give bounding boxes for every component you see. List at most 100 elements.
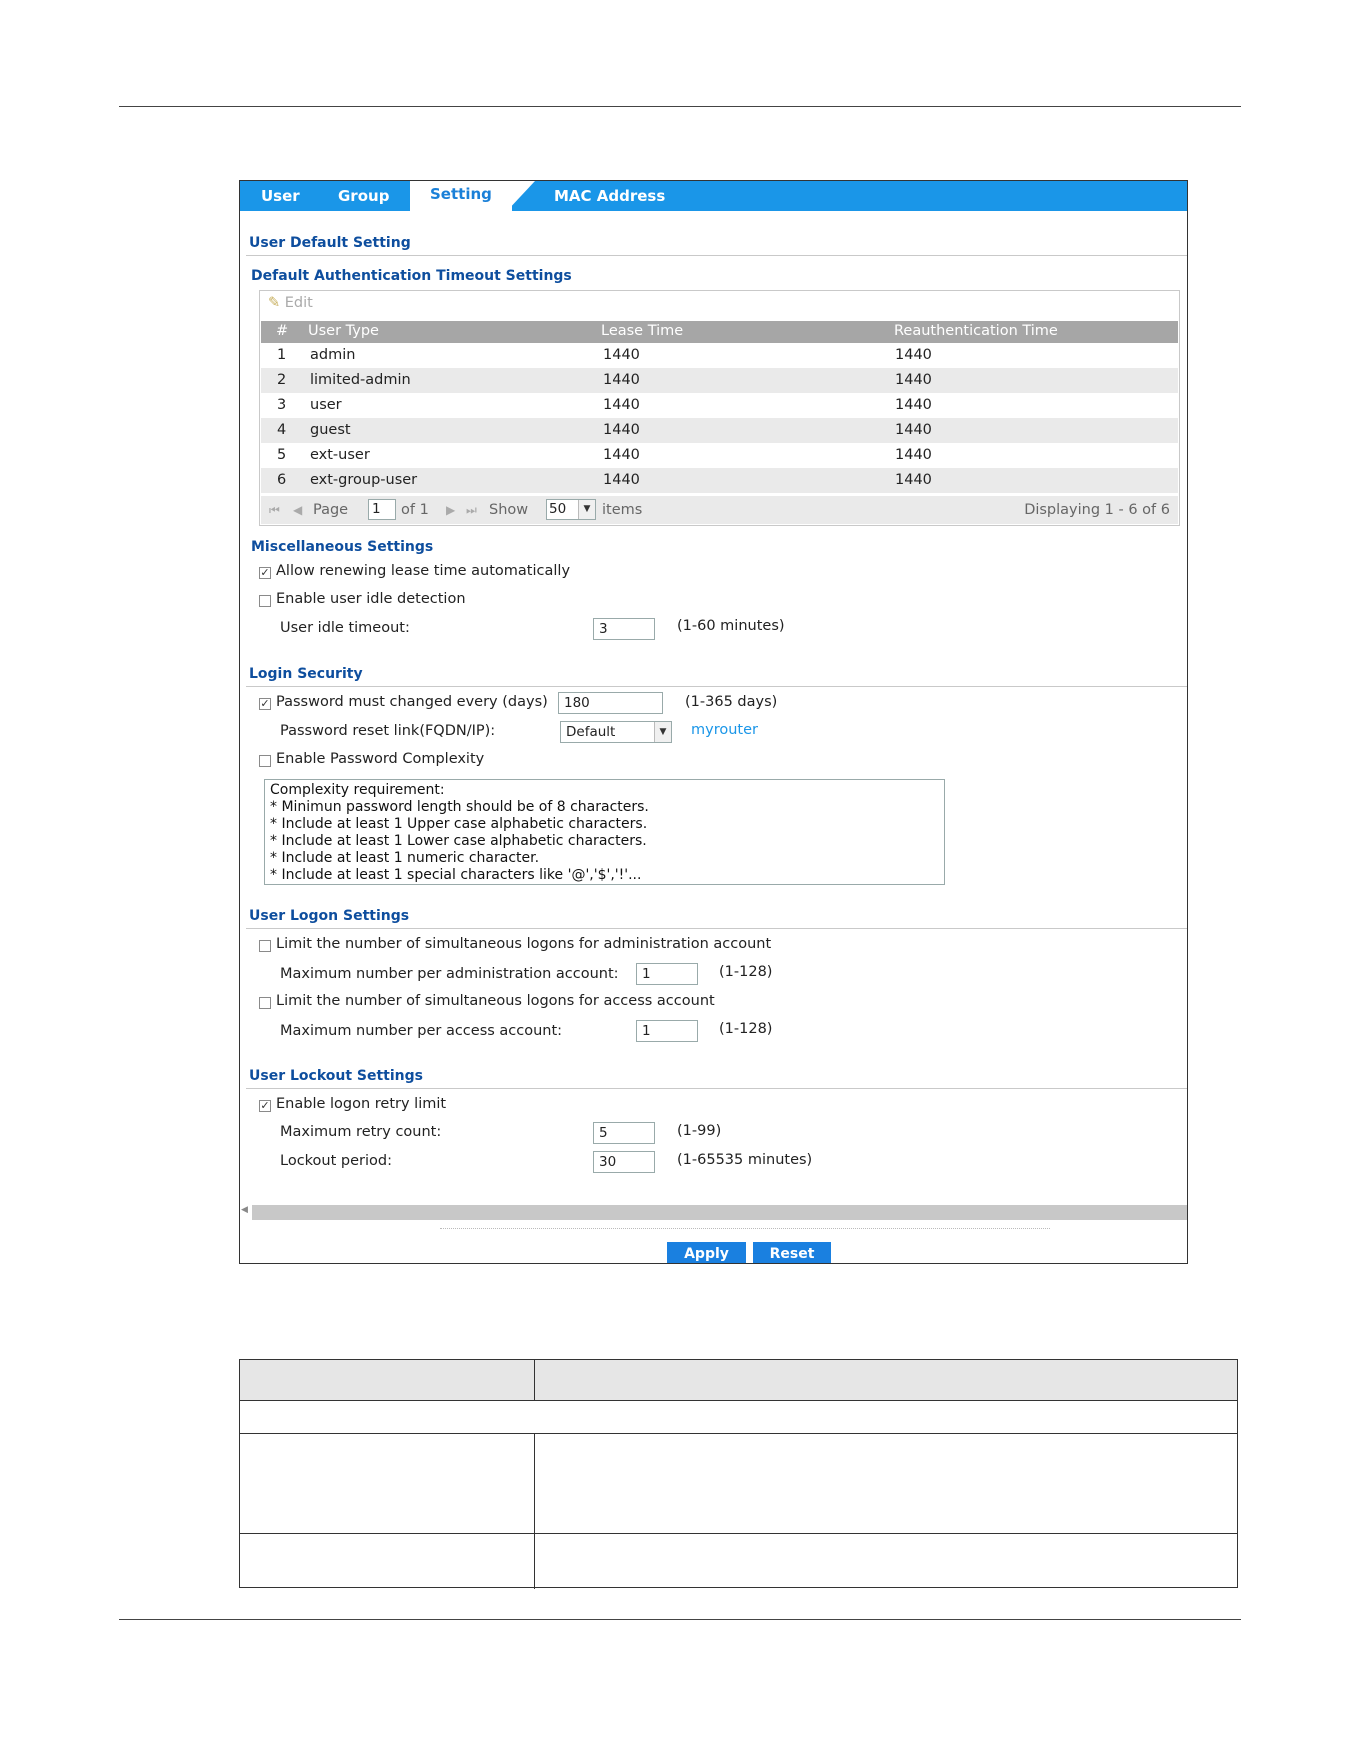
horizontal-scrollbar[interactable] <box>252 1205 1187 1220</box>
admin-max-label: Maximum number per administration accoun… <box>280 966 619 982</box>
lockout-period-range: (1-65535 minutes) <box>677 1152 813 1168</box>
prev-page-icon[interactable]: ◀ <box>293 503 302 517</box>
row-user-type: user <box>310 397 342 413</box>
edit-icon: ✎ <box>268 295 281 311</box>
divider <box>246 686 1187 687</box>
tab-mac-address[interactable]: MAC Address <box>554 181 665 211</box>
table-row[interactable]: 6 ext-group-user 1440 1440 <box>261 468 1178 493</box>
row-number: 4 <box>277 422 287 438</box>
complexity-line: * Include at least 1 numeric character. <box>270 850 540 866</box>
reset-link-label: Password reset link(FQDN/IP): <box>280 723 496 739</box>
idle-timeout-label: User idle timeout: <box>280 620 410 636</box>
divider <box>246 928 1187 929</box>
page-size-select[interactable]: 50 ▼ <box>546 499 596 520</box>
row-reauth-time: 1440 <box>895 422 932 438</box>
table-row[interactable]: 3 user 1440 1440 <box>261 393 1178 418</box>
admin-limit-label: Limit the number of simultaneous logons … <box>276 936 772 952</box>
row-reauth-time: 1440 <box>895 397 932 413</box>
admin-limit-checkbox[interactable] <box>259 940 271 952</box>
reset-link-value: Default <box>566 724 616 740</box>
idle-detect-checkbox[interactable] <box>259 595 271 607</box>
row-reauth-time: 1440 <box>895 447 932 463</box>
complexity-line: * Include at least 1 Lower case alphabet… <box>270 833 647 849</box>
retry-count-input[interactable]: 5 <box>593 1122 655 1144</box>
tab-bar: User Group Setting MAC Address <box>240 181 1187 211</box>
scroll-left-icon[interactable]: ◀ <box>241 1205 248 1215</box>
reference-table-column-divider <box>534 1360 535 1400</box>
pw-change-input[interactable]: 180 <box>558 692 663 714</box>
retry-count-label: Maximum retry count: <box>280 1124 442 1140</box>
lockout-period-input[interactable]: 30 <box>593 1151 655 1173</box>
row-number: 3 <box>277 397 287 413</box>
retry-count-range: (1-99) <box>677 1123 722 1139</box>
tab-setting[interactable]: Setting <box>410 181 512 211</box>
col-number: # <box>276 323 289 339</box>
row-lease-time: 1440 <box>603 472 640 488</box>
table-header: # User Type Lease Time Reauthentication … <box>261 321 1178 343</box>
complexity-line: * Include at least 1 special characters … <box>270 867 642 883</box>
reset-link-select[interactable]: Default ▼ <box>560 721 672 743</box>
edit-button[interactable]: ✎ Edit <box>268 295 313 311</box>
apply-button[interactable]: Apply <box>667 1242 746 1263</box>
displaying-label: Displaying 1 - 6 of 6 <box>1024 502 1170 518</box>
admin-max-input[interactable]: 1 <box>636 963 698 985</box>
complexity-line: * Include at least 1 Upper case alphabet… <box>270 816 648 832</box>
allow-renew-label: Allow renewing lease time automatically <box>276 563 571 579</box>
complexity-line: * Minimun password length should be of 8… <box>270 799 649 815</box>
retry-limit-checkbox[interactable]: ✓ <box>259 1100 271 1112</box>
row-number: 5 <box>277 447 287 463</box>
timeout-settings-title: Default Authentication Timeout Settings <box>251 268 572 284</box>
reference-table-row-divider <box>240 1533 1237 1534</box>
row-user-type: ext-user <box>310 447 370 463</box>
tab-user[interactable]: User <box>261 181 300 211</box>
next-page-icon[interactable]: ▶ <box>446 503 455 517</box>
table-row[interactable]: 2 limited-admin 1440 1440 <box>261 368 1178 393</box>
reset-link-host[interactable]: myrouter <box>691 722 758 738</box>
access-limit-label: Limit the number of simultaneous logons … <box>276 993 715 1009</box>
row-user-type: ext-group-user <box>310 472 418 488</box>
tab-group[interactable]: Group <box>338 181 389 211</box>
bottom-rule <box>119 1619 1241 1620</box>
page-of-label: of 1 <box>401 502 429 518</box>
reset-button[interactable]: Reset <box>753 1242 831 1263</box>
col-reauth-time: Reauthentication Time <box>894 323 1058 339</box>
pw-change-label: Password must changed every (days) <box>276 694 548 710</box>
row-lease-time: 1440 <box>603 372 640 388</box>
user-lockout-title: User Lockout Settings <box>249 1068 423 1084</box>
pagination-bar: ⏮ ◀ Page 1 of 1 ▶ ⏭ Show 50 ▼ items Disp… <box>261 496 1178 524</box>
table-row[interactable]: 5 ext-user 1440 1440 <box>261 443 1178 468</box>
login-security-title: Login Security <box>249 666 363 682</box>
row-lease-time: 1440 <box>603 397 640 413</box>
complexity-checkbox[interactable] <box>259 755 271 767</box>
col-user-type: User Type <box>308 323 379 339</box>
access-max-range: (1-128) <box>719 1021 773 1037</box>
misc-settings-title: Miscellaneous Settings <box>251 539 434 555</box>
row-number: 1 <box>277 347 287 363</box>
table-row[interactable]: 4 guest 1440 1440 <box>261 418 1178 443</box>
idle-timeout-input[interactable]: 3 <box>593 618 655 640</box>
top-rule <box>119 106 1241 107</box>
row-user-type: admin <box>310 347 356 363</box>
divider <box>246 255 1187 256</box>
reference-table-header <box>240 1360 1237 1401</box>
idle-timeout-range: (1-60 minutes) <box>677 618 785 634</box>
row-reauth-time: 1440 <box>895 472 932 488</box>
settings-panel: User Group Setting MAC Address User Defa… <box>239 180 1188 1264</box>
row-number: 6 <box>277 472 287 488</box>
pw-change-checkbox[interactable]: ✓ <box>259 698 271 710</box>
button-divider <box>440 1228 1050 1229</box>
page-input[interactable]: 1 <box>368 499 396 520</box>
table-row[interactable]: 1 admin 1440 1440 <box>261 343 1178 368</box>
tab-slant <box>507 181 535 211</box>
lockout-period-label: Lockout period: <box>280 1153 392 1169</box>
first-page-icon[interactable]: ⏮ <box>269 503 280 518</box>
row-reauth-time: 1440 <box>895 347 932 363</box>
access-limit-checkbox[interactable] <box>259 997 271 1009</box>
allow-renew-checkbox[interactable]: ✓ <box>259 567 271 579</box>
access-max-input[interactable]: 1 <box>636 1020 698 1042</box>
complexity-label: Enable Password Complexity <box>276 751 485 767</box>
idle-detect-label: Enable user idle detection <box>276 591 466 607</box>
last-page-icon[interactable]: ⏭ <box>466 503 477 518</box>
admin-max-range: (1-128) <box>719 964 773 980</box>
reference-table <box>239 1359 1238 1589</box>
